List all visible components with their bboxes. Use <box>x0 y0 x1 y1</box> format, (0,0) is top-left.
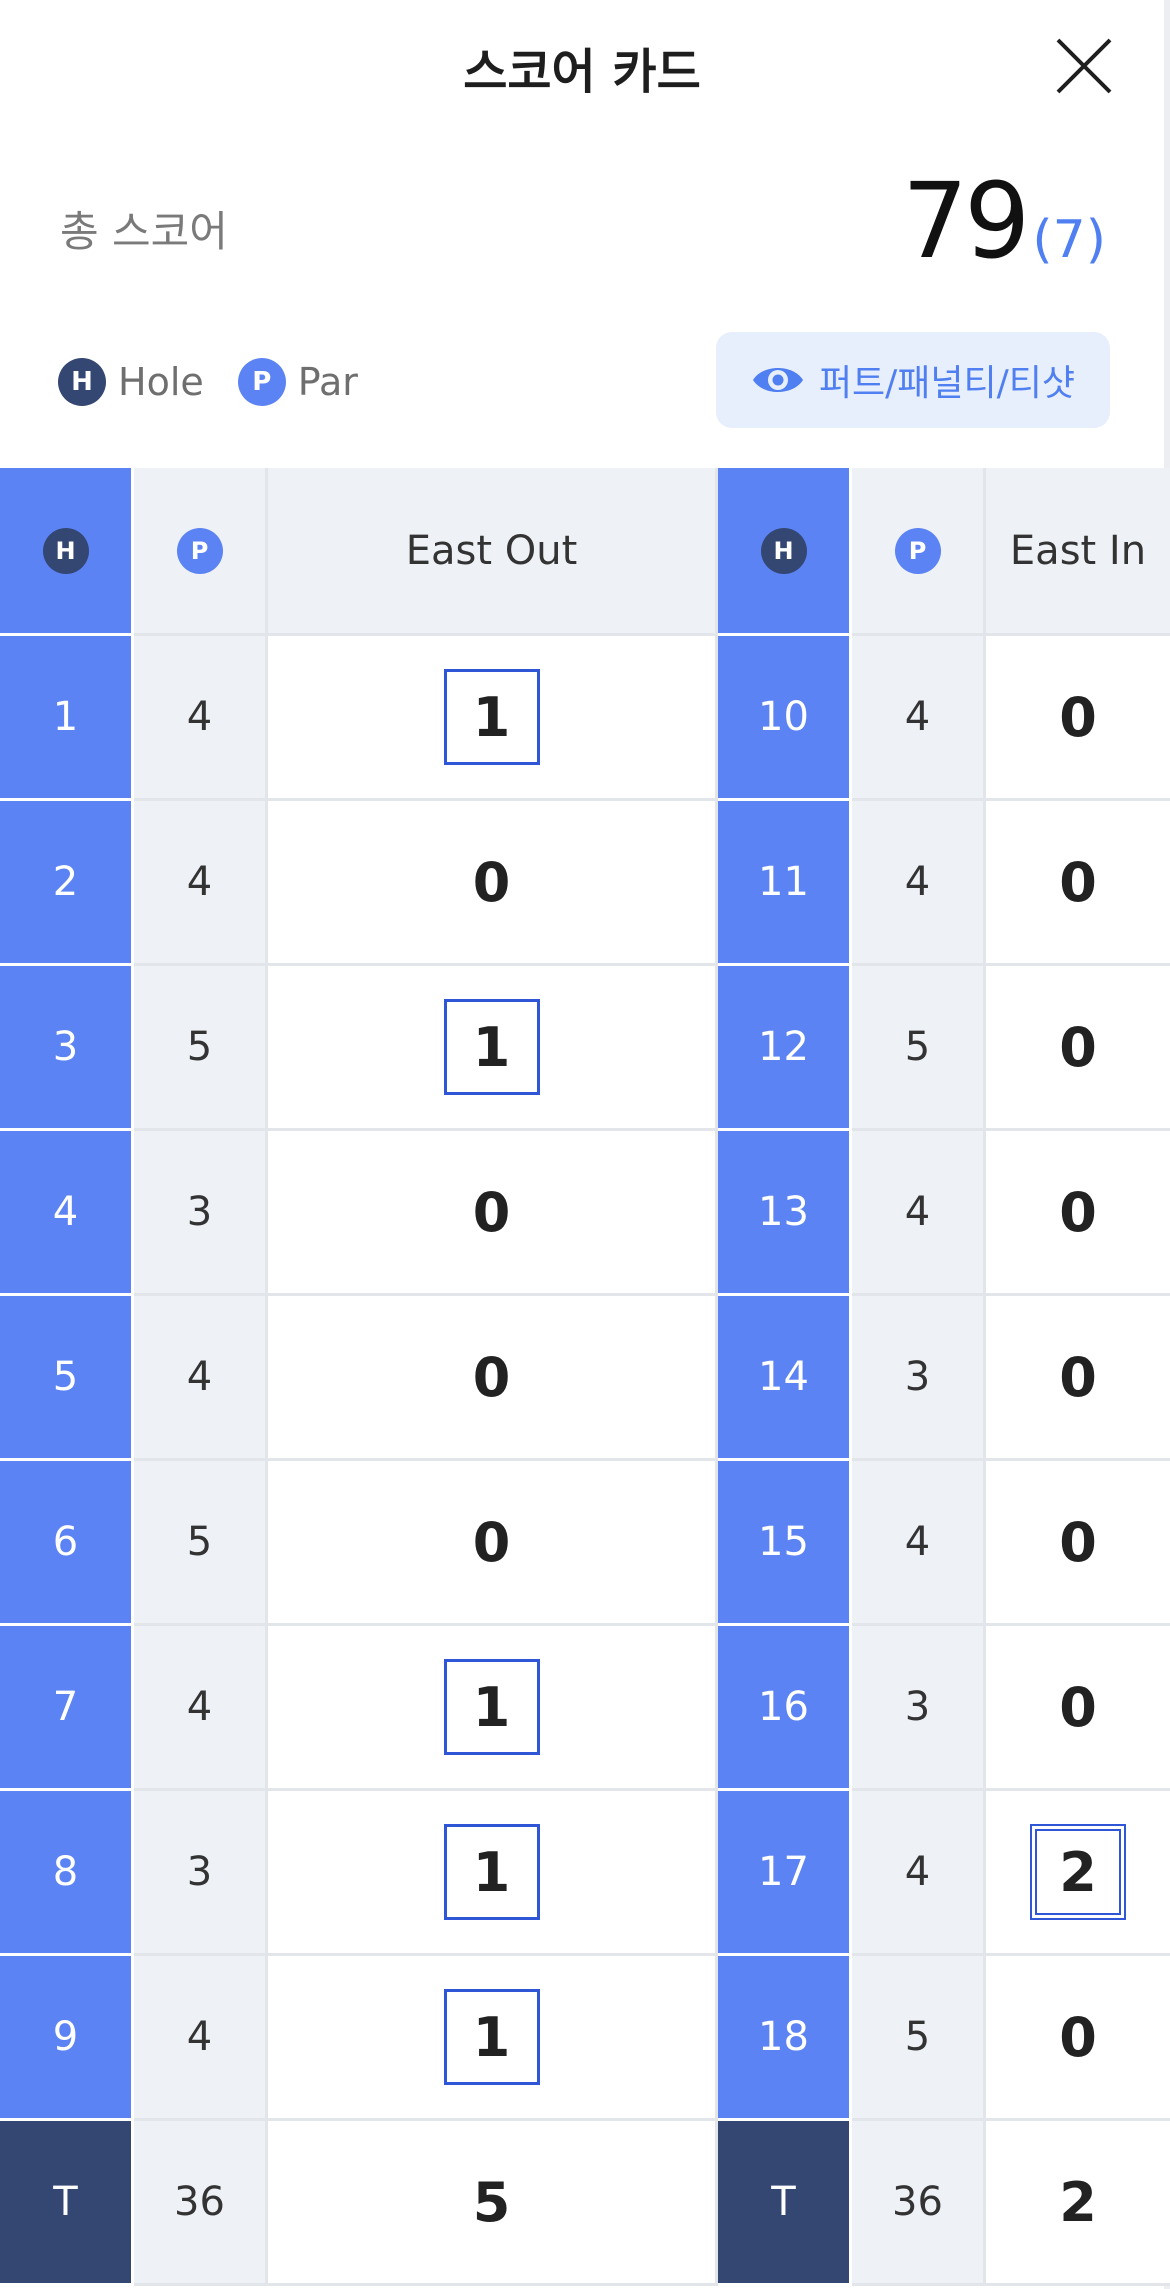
hole-number: 1 <box>0 636 134 801</box>
hole-number: 15 <box>718 1461 852 1626</box>
par-value: 4 <box>852 1461 986 1626</box>
par-value: 3 <box>852 1296 986 1461</box>
hole-number: 3 <box>0 966 134 1131</box>
close-button[interactable] <box>1054 36 1114 96</box>
par-value: 4 <box>134 1956 268 2121</box>
bogey-box: 1 <box>443 1659 540 1755</box>
bogey-box: 1 <box>443 669 540 765</box>
hole-badge-icon: H <box>42 527 89 574</box>
score-cell: 0 <box>986 966 1170 1131</box>
legend: H Hole P Par <box>58 356 392 408</box>
hole-number: 18 <box>718 1956 852 2121</box>
total-score-over-par: (7) <box>1032 210 1106 270</box>
page-title: 스코어 카드 <box>463 44 701 100</box>
hole-number: 11 <box>718 801 852 966</box>
hole-number: 17 <box>718 1791 852 1956</box>
total-score-in: 2 <box>986 2121 1170 2286</box>
score-cell: 0 <box>986 801 1170 966</box>
par-value: 4 <box>852 636 986 801</box>
hole-badge-icon: H <box>58 358 106 406</box>
par-value: 4 <box>134 636 268 801</box>
bogey-box: 1 <box>443 999 540 1095</box>
bogey-box: 1 <box>443 1824 540 1920</box>
total-score: 79 (7) <box>901 160 1106 282</box>
header-hole-out: H <box>0 468 134 636</box>
total-score-value: 79 <box>901 160 1030 282</box>
par-value: 3 <box>852 1626 986 1791</box>
par-value: 4 <box>134 1626 268 1791</box>
score-cell: 1 <box>268 1626 718 1791</box>
score-cell: 1 <box>268 1956 718 2121</box>
total-row-label-in: T <box>718 2121 852 2286</box>
hole-number: 9 <box>0 1956 134 2121</box>
par-value: 4 <box>134 801 268 966</box>
score-cell: 0 <box>268 1461 718 1626</box>
hole-badge-icon: H <box>760 527 807 574</box>
toggle-label: 퍼트/패널티/티샷 <box>818 363 1076 404</box>
score-cell: 0 <box>986 1461 1170 1626</box>
hole-number: 4 <box>0 1131 134 1296</box>
hole-number: 12 <box>718 966 852 1131</box>
eye-icon <box>752 368 803 392</box>
scorecard-grid: H P East Out H P East In 1 4 1 10 4 0 2 4 0 11 4 0 3… <box>0 468 1170 2289</box>
score-cell: 1 <box>268 966 718 1131</box>
score-cell: 0 <box>268 1131 718 1296</box>
hole-number: 6 <box>0 1461 134 1626</box>
total-row-label-out: T <box>0 2121 134 2286</box>
bogey-box: 1 <box>443 1989 540 2085</box>
legend-par-label: Par <box>297 360 358 404</box>
par-value: 5 <box>134 966 268 1131</box>
par-value: 5 <box>852 1956 986 2121</box>
score-cell: 2 <box>986 1791 1170 1956</box>
hole-number: 8 <box>0 1791 134 1956</box>
par-badge-icon: P <box>237 358 286 406</box>
legend-hole-label: Hole <box>118 360 204 404</box>
par-value: 5 <box>852 966 986 1131</box>
par-value: 4 <box>852 1791 986 1956</box>
scorecard-table: H P East Out H P East In 1 4 1 10 4 0 2 4 0 11 4 0 3… <box>0 468 1170 2289</box>
hole-number: 16 <box>718 1626 852 1791</box>
header-hole-in: H <box>718 468 852 636</box>
score-cell: 1 <box>268 636 718 801</box>
par-badge-icon: P <box>894 527 941 574</box>
score-cell: 0 <box>986 636 1170 801</box>
putt-penalty-teeshot-toggle-button[interactable]: 퍼트/패널티/티샷 <box>716 332 1110 428</box>
hole-number: 5 <box>0 1296 134 1461</box>
score-cell: 0 <box>986 1956 1170 2121</box>
hole-number: 10 <box>718 636 852 801</box>
par-value: 4 <box>852 1131 986 1296</box>
par-value: 5 <box>134 1461 268 1626</box>
header-east-in: East In <box>986 468 1170 636</box>
score-cell: 0 <box>268 1296 718 1461</box>
hole-number: 14 <box>718 1296 852 1461</box>
double-bogey-box: 2 <box>1030 1824 1126 1920</box>
total-score-label: 총 스코어 <box>60 207 228 256</box>
header-east-out: East Out <box>268 468 718 636</box>
legend-par: P Par <box>237 358 358 406</box>
score-cell: 1 <box>268 1791 718 1956</box>
legend-hole: H Hole <box>58 358 204 406</box>
total-par-out: 36 <box>134 2121 268 2286</box>
par-value: 3 <box>134 1791 268 1956</box>
par-badge-icon: P <box>176 527 223 574</box>
score-cell: 0 <box>986 1131 1170 1296</box>
header: 스코어 카드 <box>0 0 1164 128</box>
par-value: 4 <box>134 1296 268 1461</box>
hole-number: 2 <box>0 801 134 966</box>
close-icon <box>1056 38 1112 94</box>
hole-number: 13 <box>718 1131 852 1296</box>
header-par-out: P <box>134 468 268 636</box>
total-par-in: 36 <box>852 2121 986 2286</box>
scorecard-page: 스코어 카드 총 스코어 79 (7) H Hole P Par 퍼트/패널티/… <box>0 0 1170 2289</box>
hole-number: 7 <box>0 1626 134 1791</box>
score-cell: 0 <box>268 801 718 966</box>
score-cell: 0 <box>986 1296 1170 1461</box>
header-par-in: P <box>852 468 986 636</box>
par-value: 4 <box>852 801 986 966</box>
score-cell: 0 <box>986 1626 1170 1791</box>
total-score-out: 5 <box>268 2121 718 2286</box>
par-value: 3 <box>134 1131 268 1296</box>
